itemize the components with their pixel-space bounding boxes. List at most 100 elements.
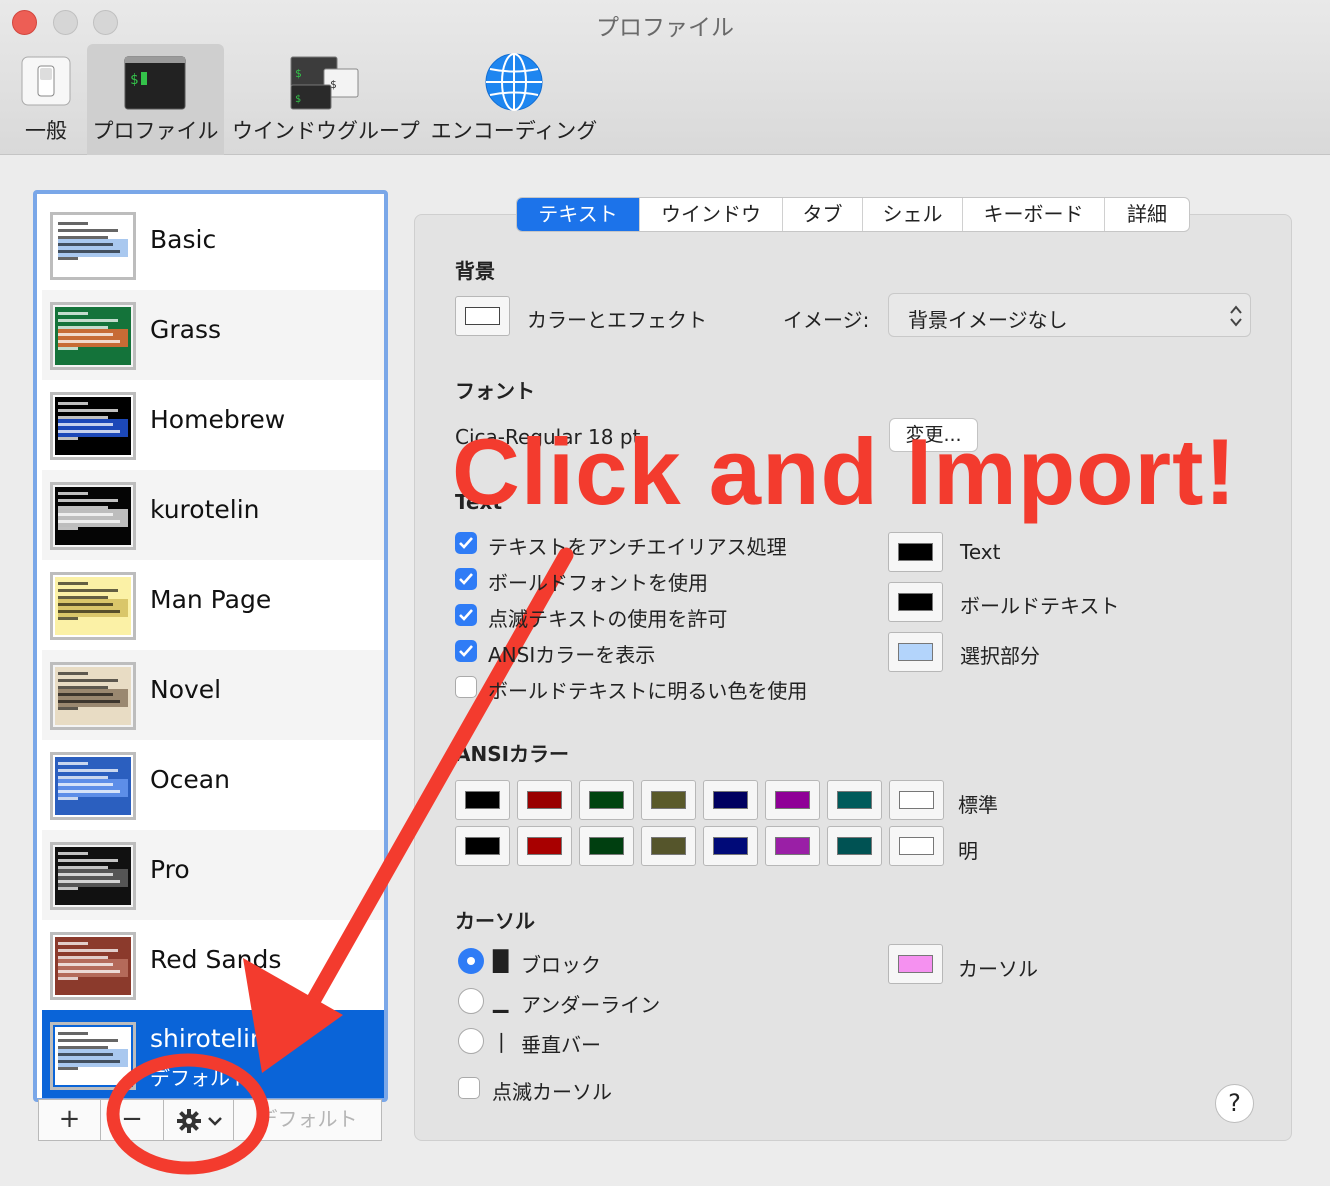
toolbar-item-window-groups[interactable]: $ $ $ ウインドウグループ: [232, 44, 420, 155]
globe-icon: [485, 53, 543, 111]
checkmark-icon: [459, 537, 473, 549]
ansi-color-well[interactable]: [827, 780, 882, 820]
checkmark-icon: [459, 645, 473, 657]
cursor-style-label: アンダーライン: [521, 993, 661, 1017]
profile-row[interactable]: kurotelin: [42, 470, 384, 560]
profile-row[interactable]: Novel: [42, 650, 384, 740]
font-heading: フォント: [455, 379, 535, 403]
profile-thumbnail: [50, 662, 136, 730]
color-effect-label: カラーとエフェクト: [527, 308, 707, 332]
text-color-well[interactable]: [888, 532, 943, 572]
profile-row[interactable]: shirotelin デフォルト: [42, 1010, 384, 1098]
default-button[interactable]: デフォルト: [233, 1099, 382, 1141]
ansi-color-well[interactable]: [765, 780, 820, 820]
toolbar-label: 一般: [25, 119, 67, 143]
profile-row[interactable]: Red Sands: [42, 920, 384, 1010]
ansi-color-well[interactable]: [765, 826, 820, 866]
ansi-color-well[interactable]: [641, 826, 696, 866]
switch-icon: [21, 56, 71, 106]
ansi-color-well[interactable]: [455, 780, 510, 820]
profile-name: kurotelin: [150, 495, 260, 524]
cursor-color-well[interactable]: [888, 944, 943, 984]
ansi-color-well[interactable]: [703, 826, 758, 866]
ansi-color-well[interactable]: [579, 826, 634, 866]
cursor-style-glyph: ▁: [493, 989, 509, 1013]
toolbar-item-encodings[interactable]: エンコーディング: [428, 44, 600, 155]
toolbar-item-profiles[interactable]: $ プロファイル: [87, 44, 224, 155]
tab-tab[interactable]: タブ: [783, 198, 863, 231]
profile-thumbnail: [50, 572, 136, 640]
svg-text:$: $: [295, 94, 301, 105]
profile-row[interactable]: Homebrew: [42, 380, 384, 470]
cursor-style-glyph: █: [493, 949, 509, 973]
ansi-color-well[interactable]: [827, 826, 882, 866]
text-color-well[interactable]: [888, 582, 943, 622]
profile-row[interactable]: Ocean: [42, 740, 384, 830]
action-menu-button[interactable]: [163, 1099, 234, 1141]
text-color-well[interactable]: [888, 632, 943, 672]
help-button[interactable]: ?: [1215, 1084, 1254, 1123]
cursor-style-radio[interactable]: [458, 948, 484, 974]
text-option-checkbox[interactable]: [455, 640, 477, 662]
ansi-color-well[interactable]: [517, 826, 572, 866]
profile-thumbnail: [50, 842, 136, 910]
window-title: プロファイル: [596, 15, 734, 41]
profile-name: Grass: [150, 315, 222, 344]
toolbar-item-general[interactable]: 一般: [12, 44, 80, 155]
text-option-checkbox[interactable]: [455, 676, 477, 698]
ansi-color-well[interactable]: [517, 780, 572, 820]
tab-text[interactable]: テキスト: [517, 198, 640, 231]
terminal-icon: $: [124, 56, 186, 110]
toolbar-label: プロファイル: [92, 119, 219, 143]
add-profile-button[interactable]: +: [38, 1099, 101, 1141]
profile-row[interactable]: Man Page: [42, 560, 384, 650]
settings-tabs: テキスト ウインドウ タブ シェル キーボード 詳細: [516, 197, 1190, 232]
window-group-icon: $ $ $: [290, 56, 359, 110]
cursor-color-label: カーソル: [958, 957, 1038, 981]
toolbar-label: エンコーディング: [430, 119, 598, 143]
updown-chevron-icon: [1230, 305, 1242, 327]
background-color-well[interactable]: [455, 296, 510, 336]
remove-profile-button[interactable]: −: [100, 1099, 164, 1141]
profile-thumbnail: [50, 392, 136, 460]
ansi-bright-label: 明: [958, 839, 978, 863]
tab-window[interactable]: ウインドウ: [640, 198, 783, 231]
background-image-select[interactable]: 背景イメージなし: [888, 293, 1251, 337]
svg-text:$: $: [130, 72, 138, 88]
cursor-style-label: ブロック: [521, 953, 601, 977]
ansi-color-well[interactable]: [703, 780, 758, 820]
tab-keyboard[interactable]: キーボード: [963, 198, 1105, 231]
ansi-color-well[interactable]: [641, 780, 696, 820]
background-image-value: 背景イメージなし: [908, 308, 1068, 332]
ansi-heading: ANSIカラー: [455, 742, 570, 766]
profile-thumbnail: [50, 752, 136, 820]
cursor-style-radio[interactable]: [458, 988, 484, 1014]
profile-thumbnail: [50, 482, 136, 550]
profile-row[interactable]: Pro: [42, 830, 384, 920]
tab-advanced[interactable]: 詳細: [1105, 198, 1189, 231]
profile-list[interactable]: Basic Grass Homebrew kurotelin Man Page Novel…: [33, 190, 388, 1102]
ansi-color-well[interactable]: [579, 780, 634, 820]
cursor-heading: カーソル: [455, 909, 535, 933]
blink-cursor-checkbox[interactable]: [458, 1077, 480, 1099]
ansi-color-well[interactable]: [889, 780, 944, 820]
profile-name: Man Page: [150, 585, 272, 614]
text-option-label: ボールドフォントを使用: [488, 571, 708, 595]
blink-cursor-label: 点滅カーソル: [492, 1080, 612, 1104]
cursor-style-radio[interactable]: [458, 1028, 484, 1054]
profile-list-buttons: + − デフォルト: [38, 1099, 382, 1141]
text-option-checkbox[interactable]: [455, 604, 477, 626]
background-heading: 背景: [455, 259, 495, 283]
image-label: イメージ:: [783, 308, 870, 332]
ansi-color-well[interactable]: [455, 826, 510, 866]
profile-name: shirotelin: [150, 1024, 266, 1053]
profile-row[interactable]: Basic: [42, 200, 384, 290]
checkmark-icon: [459, 573, 473, 585]
text-option-checkbox[interactable]: [455, 532, 477, 554]
ansi-color-well[interactable]: [889, 826, 944, 866]
text-option-checkbox[interactable]: [455, 568, 477, 590]
cursor-style-label: 垂直バー: [521, 1033, 601, 1057]
profile-row[interactable]: Grass: [42, 290, 384, 380]
tab-shell[interactable]: シェル: [863, 198, 963, 231]
svg-text:$: $: [295, 67, 302, 80]
